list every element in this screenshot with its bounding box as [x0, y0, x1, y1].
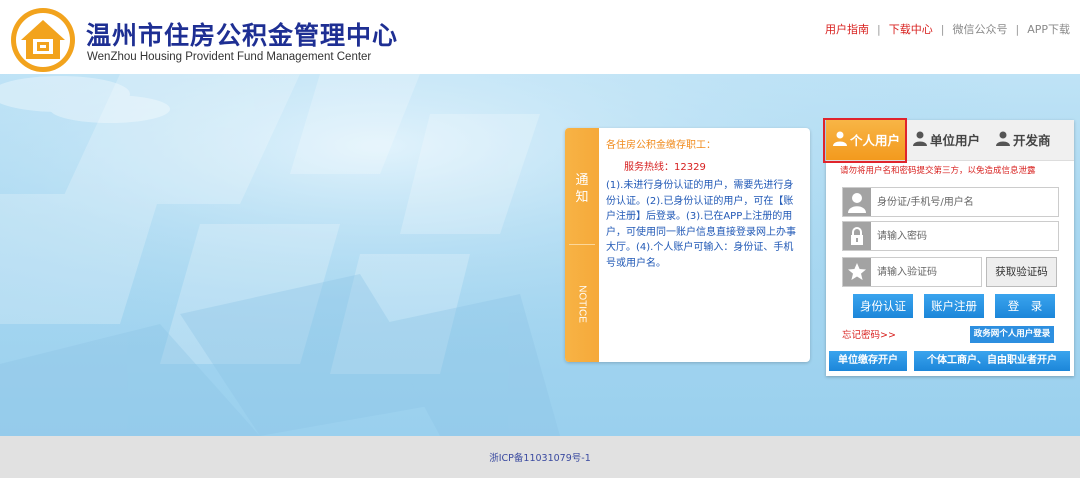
captcha-input[interactable] [877, 262, 977, 282]
register-button[interactable]: 账户注册 [924, 294, 984, 318]
notice-content: 各住房公积金缴存职工： 服务热线：12329 (1).未进行身份认证的用户，需要… [606, 138, 802, 271]
lock-icon [843, 222, 871, 250]
site-title: 温州市住房公积金管理中心 [86, 21, 399, 50]
unit-open-account-button[interactable]: 单位缴存开户 [829, 351, 907, 371]
gov-login-button[interactable]: 政务网个人用户登录 [970, 326, 1054, 343]
app-download-link[interactable]: APP下载 [1027, 23, 1070, 36]
link-separator: | [877, 23, 881, 36]
site-subtitle: WenZhou Housing Provident Fund Managemen… [87, 51, 372, 63]
housing-fund-logo[interactable] [10, 7, 76, 73]
tab-label: 单位用户 [930, 133, 981, 148]
unit-user-icon [912, 121, 928, 163]
notice-tab: 通知 NOTICE [565, 128, 599, 362]
password-input[interactable] [877, 226, 1052, 246]
user-icon [832, 121, 848, 163]
notice-text: (1).未进行身份认证的用户，需要先进行身份认证。(2).已身份认证的用户，可在… [606, 180, 796, 269]
notice-hotline: 服务热线：12329 [624, 161, 706, 173]
download-center-link[interactable]: 下载中心 [889, 23, 933, 36]
user-guide-link[interactable]: 用户指南 [825, 23, 869, 36]
top-links: 用户指南 | 下载中心 | 微信公众号 | APP下载 [825, 21, 1070, 37]
tab-personal-user[interactable]: 个人用户 [826, 120, 906, 160]
tab-label: 个人用户 [849, 133, 900, 148]
star-icon [843, 258, 871, 286]
individual-open-account-button[interactable]: 个体工商户、自由职业者开户 [914, 351, 1070, 371]
notice-tab-label-en: NOTICE [576, 285, 588, 323]
forgot-password-link[interactable]: 忘记密码>> [842, 327, 896, 341]
link-separator: | [1015, 23, 1020, 36]
tab-unit-user[interactable]: 单位用户 [912, 120, 980, 160]
developer-icon [995, 121, 1011, 163]
site-header: 温州市住房公积金管理中心 WenZhou Housing Provident F… [0, 0, 1080, 74]
site-footer: 浙ICP备11031079号-1 [0, 436, 1080, 478]
link-separator: | [940, 23, 945, 36]
tab-label: 开发商 [1013, 133, 1051, 148]
captcha-field[interactable] [842, 257, 982, 287]
wechat-account-link[interactable]: 微信公众号 [952, 23, 1007, 36]
user-icon [843, 188, 871, 216]
notice-tab-divider [569, 244, 595, 245]
login-button[interactable]: 登 录 [995, 294, 1055, 318]
username-input[interactable] [877, 192, 1052, 212]
login-panel: 个人用户 单位用户 开发商 请勿将用户名和密码提交第三方，以免造成信息泄露 获取… [826, 120, 1074, 376]
tab-developer[interactable]: 开发商 [995, 120, 1051, 160]
notice-panel: 通知 NOTICE 各住房公积金缴存职工： 服务热线：12329 (1).未进行… [565, 128, 810, 362]
id-auth-button[interactable]: 身份认证 [853, 294, 913, 318]
notice-tab-label: 通知 [575, 173, 589, 205]
get-captcha-button[interactable]: 获取验证码 [986, 257, 1057, 287]
username-field[interactable] [842, 187, 1059, 217]
security-warning: 请勿将用户名和密码提交第三方，以免造成信息泄露 [840, 166, 1036, 176]
password-field[interactable] [842, 221, 1059, 251]
notice-heading: 各住房公积金缴存职工： [606, 140, 716, 151]
login-tabs: 个人用户 单位用户 开发商 [826, 120, 1074, 161]
icp-record: 浙ICP备11031079号-1 [489, 453, 591, 464]
